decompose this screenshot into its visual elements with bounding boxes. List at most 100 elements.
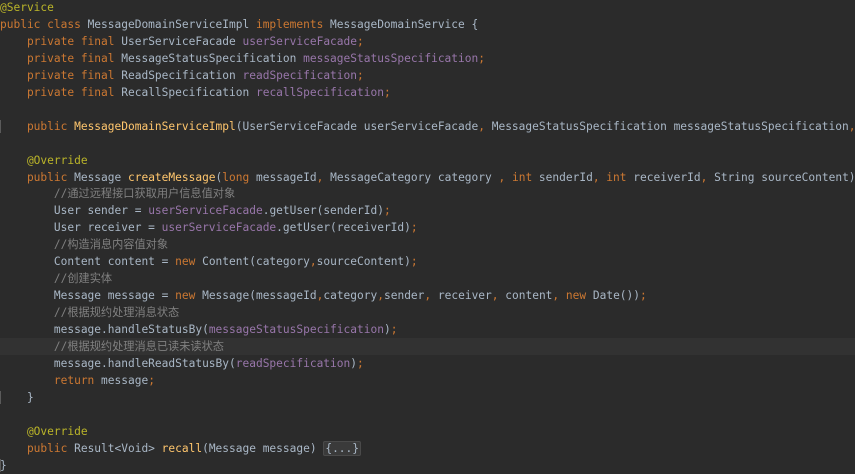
code-token: MessageDomainService { [330,17,479,31]
code-line[interactable]: //根据规约处理消息状态 [0,304,855,321]
folded-code-block[interactable]: {...} [323,440,362,456]
code-token: ; [357,68,364,82]
code-editor[interactable]: @Service public class MessageDomainServic… [0,0,855,474]
code-token: sourceContent) [316,255,411,269]
code-token: private final [0,68,122,82]
code-token: int [606,170,634,184]
code-token: new [175,255,203,269]
code-line[interactable]: message.handleReadStatusBy(readSpecifica… [0,355,855,372]
code-token: } [0,390,34,404]
code-token: MessageStatusSpecification [121,51,304,65]
code-token: //构造消息内容值对象 [0,238,169,252]
code-line[interactable]: @Override [0,152,855,169]
code-line[interactable]: //根据规约处理消息已读未读状态 [0,338,855,355]
code-token: public [0,119,75,133]
code-token: ; [390,323,398,337]
gutter-fold-marker[interactable] [0,119,4,133]
code-token: new [565,289,593,303]
code-token: //根据规约处理消息状态 [0,306,180,320]
code-token: long [222,170,256,184]
code-line[interactable]: //创建实体 [0,270,855,287]
code-token: private final [0,51,122,65]
code-line[interactable]: } [0,389,855,406]
code-token: Date()) [592,289,641,303]
code-token: , [424,289,438,303]
code-token: ; [357,34,364,48]
code-token: , [848,119,855,133]
code-token: ; [383,85,391,99]
code-line[interactable] [0,101,855,118]
code-token: message [101,373,149,387]
code-token: MessageDomainServiceImpl [74,119,236,133]
code-token: public class [0,17,88,31]
code-token: @Service [0,1,54,14]
code-token: ; [410,255,418,269]
code-line[interactable]: //通过远程接口获取用户信息值对象 [0,185,855,202]
code-token: , [552,289,566,303]
code-line[interactable]: Message message = new Message(messageId,… [0,287,855,304]
code-token: receiver [437,289,492,303]
code-line[interactable] [0,135,855,152]
code-token: MessageCategory category [330,170,499,184]
code-token: implements [255,17,331,31]
code-token: , [498,170,512,184]
code-line[interactable]: private final MessageStatusSpecification… [0,50,855,67]
code-token: ; [478,51,485,65]
code-token: Message message = [0,289,176,303]
code-token: ; [383,204,391,218]
code-token: messageId [255,170,317,184]
code-token: Message(messageId [202,289,317,303]
code-line[interactable]: private final UserServiceFacade userServ… [0,33,855,50]
code-token: (UserServiceFacade userServiceFacade [235,119,479,133]
code-token: User receiver = [0,221,162,235]
code-token: MessageStatusSpecification messageStatus… [491,119,849,133]
code-token: createMessage [127,170,216,184]
code-token: Result<Void> [74,441,162,455]
code-line[interactable]: //构造消息内容值对象 [0,236,855,253]
code-token: , [700,170,715,184]
code-token: public [0,170,75,184]
code-line[interactable]: public class MessageDomainServiceImpl im… [0,16,855,33]
gutter-fold-marker[interactable] [0,390,4,404]
code-line[interactable]: private final ReadSpecification readSpec… [0,67,855,84]
code-token: new [175,289,203,303]
code-line[interactable] [0,406,855,423]
code-token: ReadSpecification [121,68,243,82]
code-line[interactable]: public Message createMessage(long messag… [0,169,855,186]
code-token: //创建实体 [0,272,113,286]
code-token: UserServiceFacade [121,34,243,48]
code-line[interactable]: private final RecallSpecification recall… [0,84,855,101]
code-line[interactable]: User receiver = userServiceFacade.getUse… [0,219,855,236]
code-token: sender [383,289,425,303]
code-line[interactable]: public Result<Void> recall(Message messa… [0,440,855,457]
code-token: category [323,289,378,303]
code-token: Message [74,170,128,184]
code-line[interactable]: @Service [0,0,855,16]
code-token: receiverId [633,170,701,184]
code-token: readSpecification [235,356,351,370]
code-line[interactable]: @Override [0,423,855,440]
gutter-fold-marker[interactable] [0,458,4,472]
code-token: , [316,170,331,184]
code-token: content [505,289,553,303]
code-token: private final [0,34,122,48]
code-line[interactable]: public MessageDomainServiceImpl(UserServ… [0,118,855,135]
code-token: (Message message) [202,441,324,455]
code-token: Content content = [0,255,176,269]
code-line[interactable]: User sender = userServiceFacade.getUser(… [0,202,855,219]
code-token: userServiceFacade [242,34,358,48]
code-line[interactable]: Content content = new Content(category,s… [0,253,855,270]
code-line[interactable]: message.handleStatusBy(messageStatusSpec… [0,321,855,338]
code-token: messageStatusSpecification [208,323,384,337]
code-token: senderId [538,170,593,184]
code-token: ) [350,356,358,370]
code-line[interactable]: return message; [0,372,855,389]
code-token: recallSpecification [255,85,384,99]
code-line[interactable]: } [0,457,855,474]
code-token: private final [0,85,122,99]
code-token: messageStatusSpecification [303,51,479,65]
code-token: userServiceFacade [148,204,263,218]
code-token: readSpecification [242,68,358,82]
code-token: , [592,170,607,184]
code-token: @Override [0,153,88,167]
